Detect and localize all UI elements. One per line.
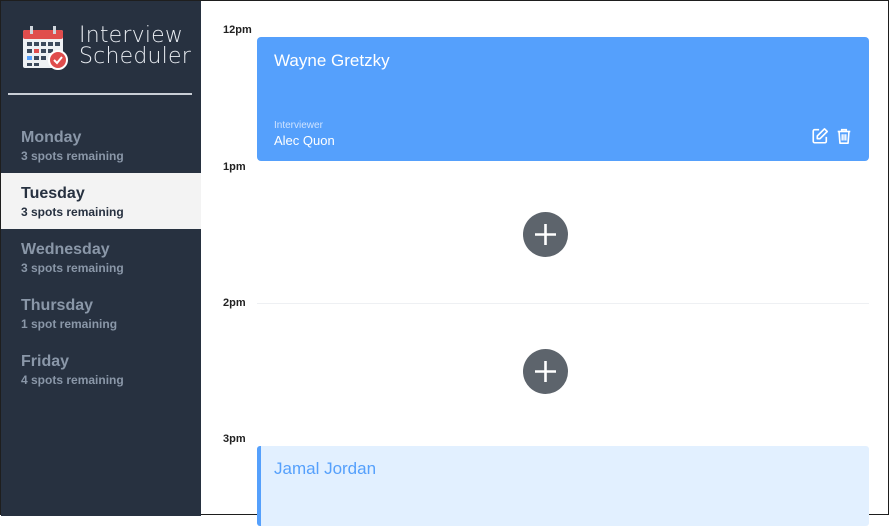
day-name: Tuesday	[21, 185, 85, 202]
day-spots: 3 spots remaining	[21, 149, 124, 163]
add-appointment-button[interactable]	[523, 349, 568, 394]
day-spots: 1 spot remaining	[21, 317, 118, 331]
app-title: Interview Scheduler	[79, 23, 191, 69]
add-appointment-button[interactable]	[523, 212, 568, 257]
calendar-icon	[23, 26, 68, 70]
slot-divider	[257, 303, 869, 304]
time-label-1pm: 1pm	[223, 161, 246, 173]
appointment-actions	[811, 127, 853, 145]
day-item-monday[interactable]: Monday 3 spots remaining	[1, 117, 201, 173]
appointment-card: Jamal Jordan	[257, 446, 869, 526]
day-name: Monday	[21, 129, 82, 146]
plus-icon	[535, 361, 556, 382]
day-name: Thursday	[21, 297, 94, 314]
student-name: Wayne Gretzky	[274, 51, 390, 70]
app-title-line1: Interview	[79, 23, 184, 48]
day-spots: 3 spots remaining	[21, 261, 124, 275]
student-name: Jamal Jordan	[274, 459, 377, 478]
plus-icon	[535, 224, 556, 245]
interviewer-label: Interviewer	[274, 120, 323, 131]
day-spots: 4 spots remaining	[21, 373, 124, 387]
sidebar: Interview Scheduler Monday 3 spots remai…	[1, 1, 201, 516]
day-name: Wednesday	[21, 241, 110, 258]
day-spots: 3 spots remaining	[21, 205, 124, 219]
sidebar-divider	[8, 93, 192, 95]
interviewer-name: Alec Quon	[274, 133, 335, 148]
appointment-card: Wayne Gretzky Interviewer Alec Quon	[257, 37, 869, 161]
day-item-friday[interactable]: Friday 4 spots remaining	[1, 341, 201, 397]
brand: Interview Scheduler	[21, 25, 191, 71]
app-window: Interview Scheduler Monday 3 spots remai…	[0, 0, 889, 526]
time-label-12pm: 12pm	[223, 24, 252, 36]
time-label-3pm: 3pm	[223, 433, 246, 445]
schedule: 12pm Wayne Gretzky Interviewer Alec Quon…	[201, 1, 888, 526]
day-item-wednesday[interactable]: Wednesday 3 spots remaining	[1, 229, 201, 285]
trash-icon[interactable]	[835, 127, 853, 145]
day-item-thursday[interactable]: Thursday 1 spot remaining	[1, 285, 201, 341]
day-list: Monday 3 spots remaining Tuesday 3 spots…	[1, 117, 201, 397]
app-title-line2: Scheduler	[79, 44, 191, 69]
edit-icon[interactable]	[811, 127, 829, 145]
day-name: Friday	[21, 353, 70, 370]
time-label-2pm: 2pm	[223, 297, 246, 309]
day-item-tuesday[interactable]: Tuesday 3 spots remaining	[1, 173, 201, 229]
